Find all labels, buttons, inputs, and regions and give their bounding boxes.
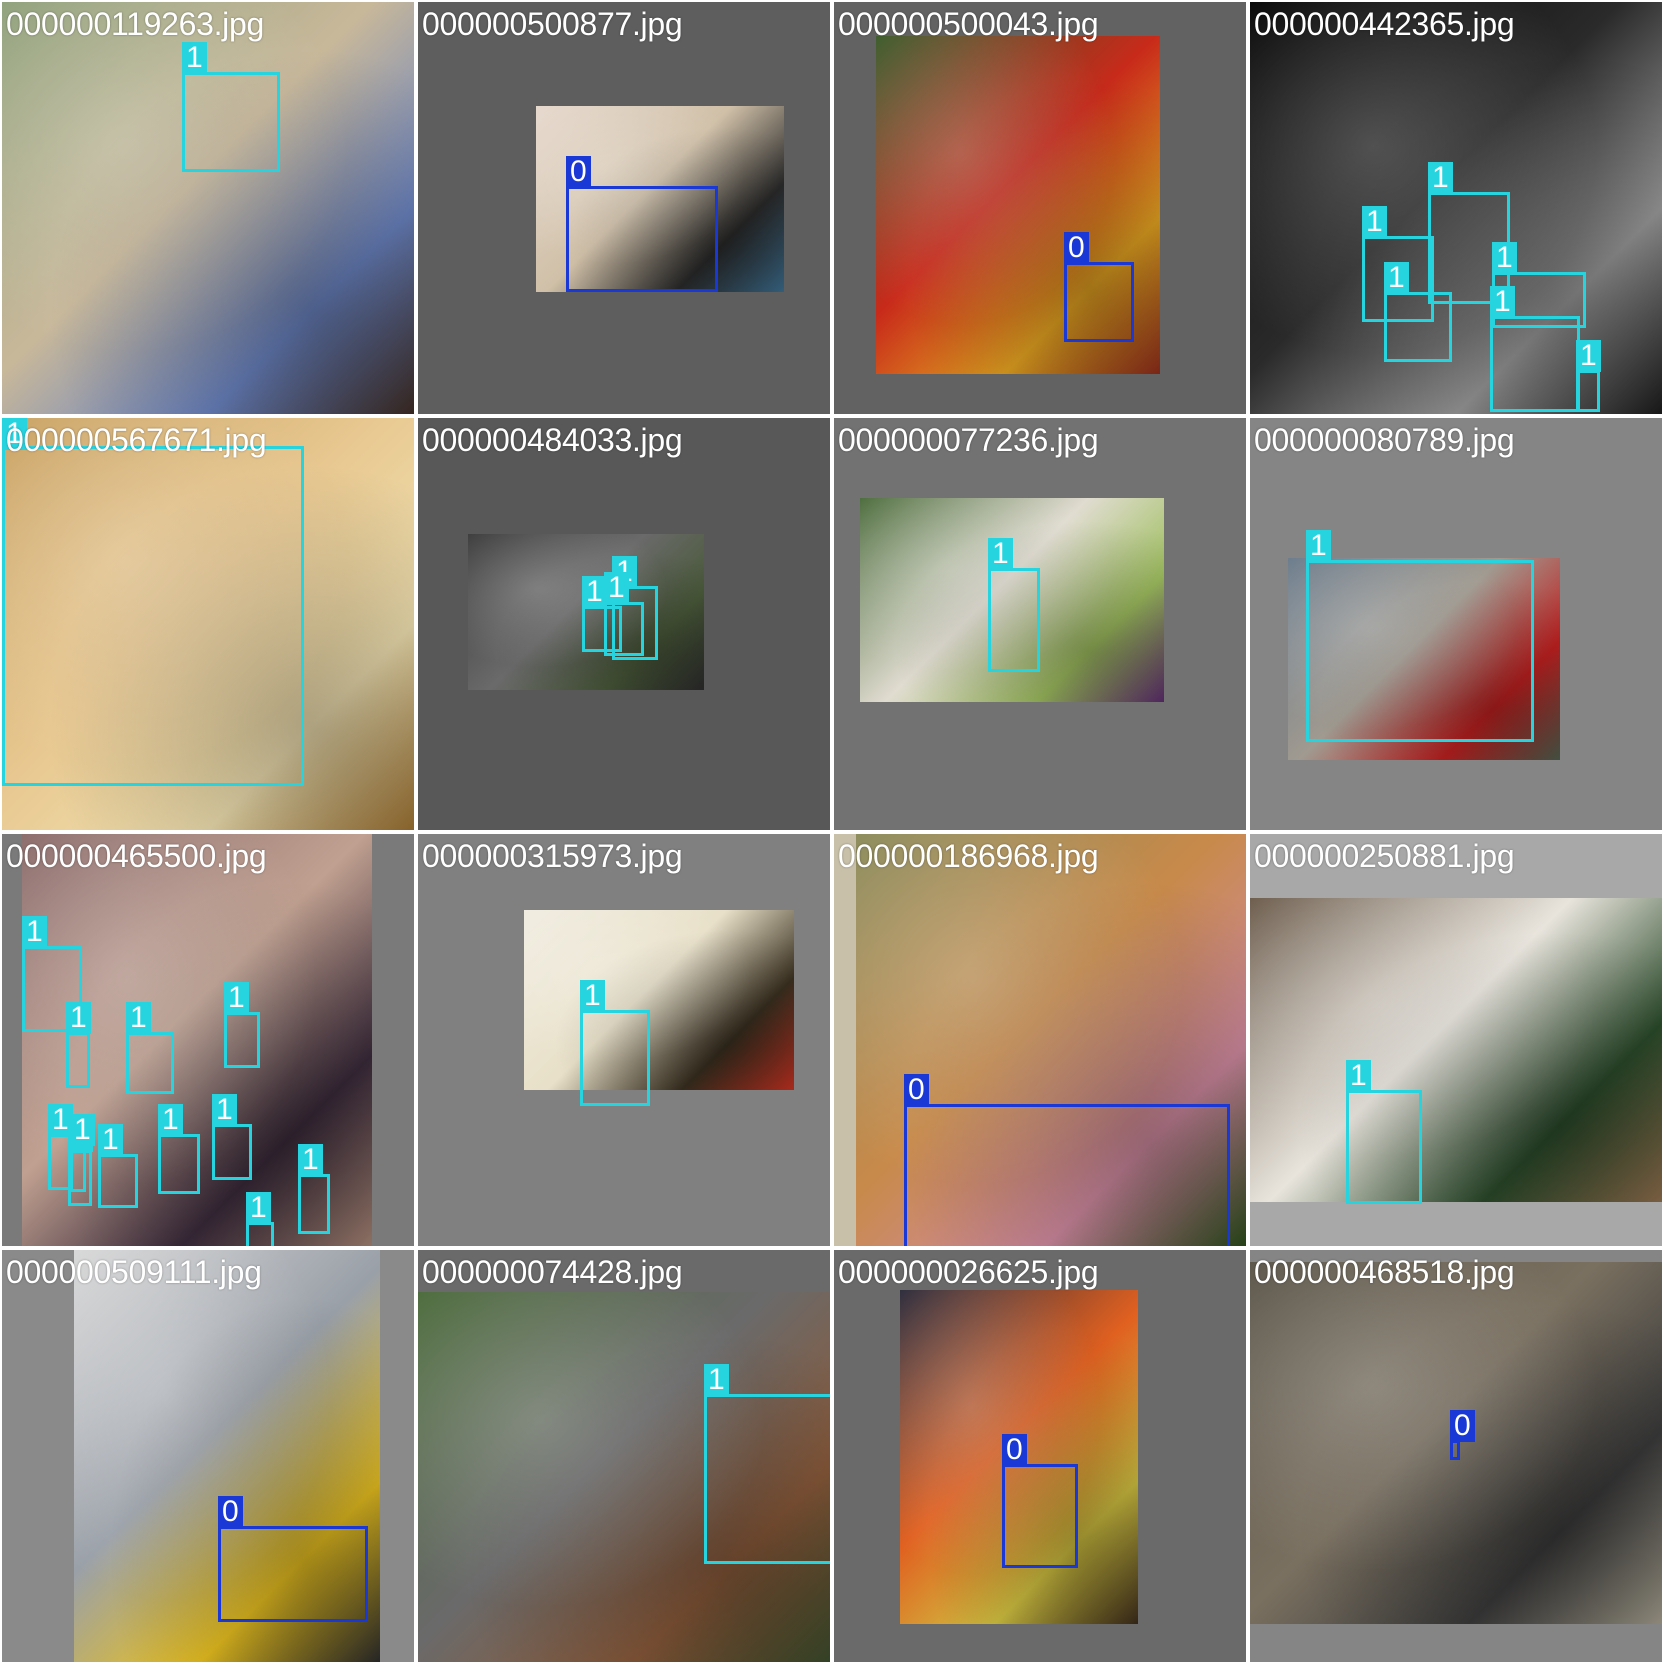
mosaic-tile: 111000000484033.jpg (418, 418, 830, 830)
class-label: 1 (1490, 286, 1515, 318)
bounding-box (1346, 1090, 1422, 1204)
tile-filename: 000000315973.jpg (422, 838, 683, 874)
tile-filename: 000000026625.jpg (838, 1254, 1099, 1290)
tile-filename: 000000119263.jpg (6, 6, 264, 42)
photo-shading (2, 2, 414, 414)
class-label: 0 (566, 156, 591, 188)
tile-filename: 000000186968.jpg (838, 838, 1099, 874)
bounding-box (1576, 370, 1600, 412)
tile-filename: 000000074428.jpg (422, 1254, 683, 1290)
tile-filename: 000000509111.jpg (6, 1254, 262, 1290)
class-label: 1 (98, 1124, 123, 1156)
mosaic-tile: 0 000000500043.jpg (834, 2, 1246, 414)
mosaic-tile: 1 000000080789.jpg (1250, 418, 1662, 830)
class-label: 1 (126, 1002, 151, 1034)
class-label: 1 (604, 572, 629, 604)
photo-shading (1250, 898, 1662, 1202)
tile-filename: 000000484033.jpg (422, 422, 683, 458)
class-label: 1 (1362, 206, 1387, 238)
class-label: 1 (582, 576, 607, 608)
tile-filename: 000000468518.jpg (1254, 1254, 1515, 1290)
class-label: 1 (1346, 1060, 1371, 1092)
mosaic-tile: 0 000000500877.jpg (418, 2, 830, 414)
bounding-box (2, 446, 304, 786)
class-label: 1 (212, 1094, 237, 1126)
mosaic-tile: 0 000000186968.jpg (834, 834, 1246, 1246)
bounding-box (904, 1104, 1230, 1246)
bounding-box (218, 1526, 368, 1622)
class-label: 1 (580, 980, 605, 1012)
class-label: 1 (158, 1104, 183, 1136)
tile-filename: 000000077236.jpg (838, 422, 1099, 458)
bounding-box (298, 1174, 330, 1234)
tile-filename: 000000465500.jpg (6, 838, 267, 874)
class-label: 0 (218, 1496, 243, 1528)
class-label: 1 (246, 1192, 271, 1224)
mosaic-tile: 1 000000250881.jpg (1250, 834, 1662, 1246)
tile-filename: 000000080789.jpg (1254, 422, 1515, 458)
bounding-box (224, 1012, 260, 1068)
class-label: 1 (1428, 162, 1453, 194)
bounding-box (182, 72, 280, 172)
class-label: 1 (1492, 242, 1517, 274)
class-label: 1 (298, 1144, 323, 1176)
mosaic-tile: 0 000000468518.jpg (1250, 1250, 1662, 1662)
bounding-box (988, 568, 1040, 672)
bounding-box (1384, 292, 1452, 362)
bounding-box (98, 1154, 138, 1208)
tile-filename: 000000442365.jpg (1254, 6, 1515, 42)
mosaic-grid: 1 000000119263.jpg 0 000000500877.jpg 0 00000… (0, 0, 1664, 1664)
class-label: 1 (1576, 340, 1601, 372)
tile-filename: 000000250881.jpg (1254, 838, 1515, 874)
bounding-box (158, 1134, 200, 1194)
class-label: 0 (1002, 1434, 1027, 1466)
bounding-box (566, 186, 718, 292)
bounding-box (1450, 1440, 1460, 1460)
class-label: 1 (224, 982, 249, 1014)
class-label: 1 (1306, 530, 1331, 562)
mosaic-tile: 0 000000509111.jpg (2, 1250, 414, 1662)
mosaic-tile: 1 000000567671.jpg (2, 418, 414, 830)
bounding-box (246, 1222, 274, 1246)
tile-photo (1250, 898, 1662, 1202)
bounding-box (1002, 1464, 1078, 1568)
class-label: 0 (1064, 232, 1089, 264)
class-label: 0 (904, 1074, 929, 1106)
mosaic-tile: 1 000000119263.jpg (2, 2, 414, 414)
tile-filename: 000000500043.jpg (838, 6, 1099, 42)
bounding-box (1064, 262, 1134, 342)
bounding-box (70, 1144, 86, 1192)
bounding-box (1306, 560, 1534, 742)
class-label: 1 (704, 1364, 729, 1396)
class-label: 1 (182, 42, 207, 74)
mosaic-tile: 1 1 1 1 1 1 000000442365.jpg (1250, 2, 1662, 414)
class-label: 1 (988, 538, 1013, 570)
bounding-box (704, 1394, 830, 1564)
mosaic-tile: 0 000000026625.jpg (834, 1250, 1246, 1662)
bounding-box (66, 1032, 90, 1088)
tile-filename: 000000567671.jpg (6, 422, 267, 458)
mosaic-tile: 111111111111000000465500.jpg (2, 834, 414, 1246)
bounding-box (580, 1010, 650, 1106)
bounding-box (212, 1124, 252, 1180)
class-label: 1 (1384, 262, 1409, 294)
class-label: 1 (70, 1114, 95, 1146)
mosaic-tile: 1 000000077236.jpg (834, 418, 1246, 830)
tile-photo (524, 910, 794, 1090)
class-label: 1 (22, 916, 47, 948)
photo-shading (524, 910, 794, 1090)
bounding-box (1490, 316, 1580, 412)
bounding-box (126, 1032, 174, 1094)
class-label: 1 (66, 1002, 91, 1034)
tile-photo (2, 2, 414, 414)
bounding-box (604, 602, 644, 656)
mosaic-tile: 1 000000074428.jpg (418, 1250, 830, 1662)
tile-filename: 000000500877.jpg (422, 6, 683, 42)
mosaic-tile: 1 000000315973.jpg (418, 834, 830, 1246)
class-label: 0 (1450, 1410, 1475, 1442)
